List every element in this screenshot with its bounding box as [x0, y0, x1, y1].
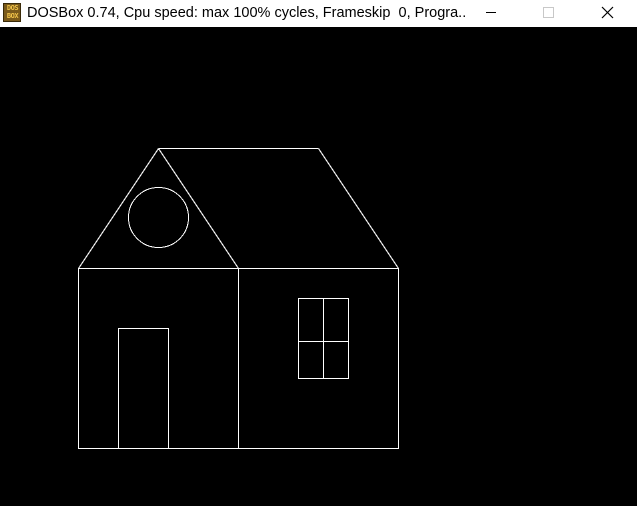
maximize-icon	[543, 7, 554, 18]
maximize-button[interactable]	[525, 0, 571, 27]
house-drawing	[78, 148, 399, 449]
window-title: DOSBox 0.74, Cpu speed: max 100% cycles,…	[27, 5, 467, 21]
minimize-button[interactable]	[468, 0, 514, 27]
dos-screen[interactable]	[0, 27, 637, 506]
minimize-icon	[486, 12, 496, 13]
attic-round-window	[128, 187, 189, 248]
front-wall	[78, 268, 239, 449]
roof-right-edge	[318, 148, 399, 269]
side-wall	[238, 268, 399, 449]
icon-label-bottom: BOX	[6, 12, 19, 20]
door	[118, 328, 169, 449]
icon-label-top: DOS	[6, 4, 19, 12]
dosbox-window: DOS BOX DOSBox 0.74, Cpu speed: max 100%…	[0, 0, 637, 506]
close-button[interactable]	[584, 0, 630, 27]
roof-gable-right-edge	[158, 148, 239, 269]
close-icon	[601, 6, 614, 19]
roof-left-edge	[78, 148, 159, 269]
title-bar[interactable]: DOS BOX DOSBox 0.74, Cpu speed: max 100%…	[0, 0, 637, 27]
dosbox-icon[interactable]: DOS BOX	[3, 3, 21, 22]
